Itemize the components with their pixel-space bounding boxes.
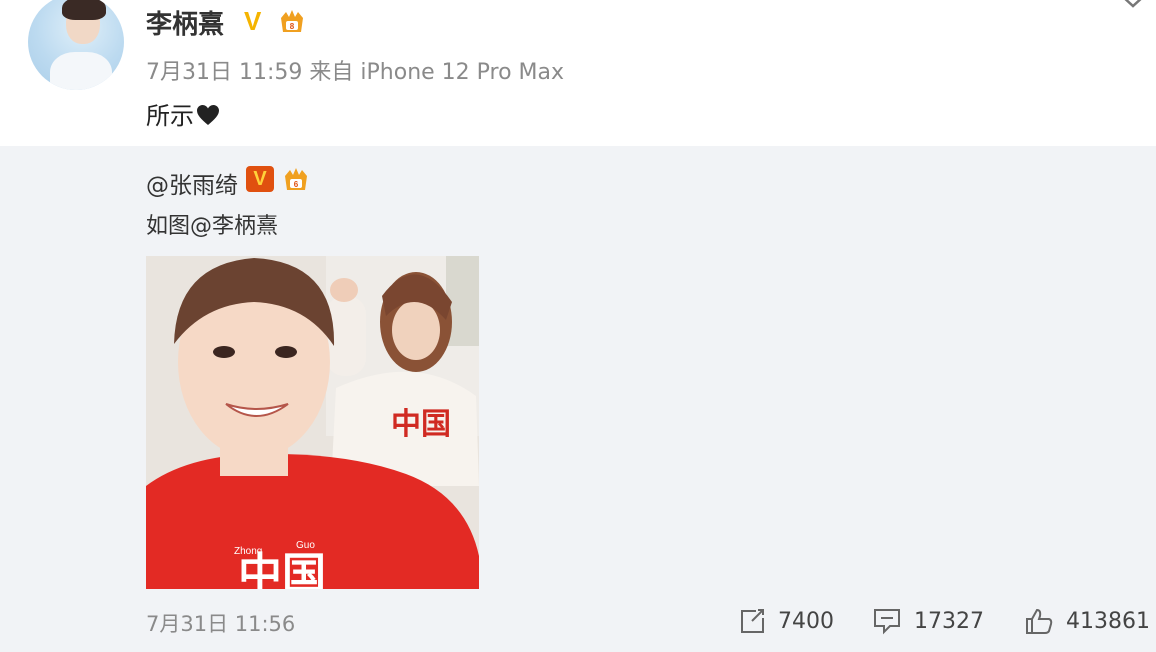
- svg-text:Zhong: Zhong: [234, 546, 262, 557]
- like-button[interactable]: 413861: [1024, 606, 1150, 636]
- weibo-post-page: 李柄熹 V 8 7月31日 11:59 来自 iPhone 12 Pro Max…: [0, 0, 1156, 652]
- svg-text:8: 8: [290, 22, 295, 31]
- post-header: 李柄熹 V 8 7月31日 11:59 来自 iPhone 12 Pro Max…: [0, 0, 1156, 146]
- post-timestamp[interactable]: 7月31日 11:59: [146, 60, 302, 85]
- repost-card[interactable]: @张雨绮 V 6 如图@李柄熹 中国 中国 Zhong Guo 7月31日 11…: [0, 146, 1156, 652]
- svg-text:6: 6: [294, 180, 299, 189]
- post-meta: 7月31日 11:59 来自 iPhone 12 Pro Max: [146, 54, 564, 86]
- repost-photo[interactable]: 中国 中国 Zhong Guo: [146, 256, 479, 589]
- comment-icon: [874, 609, 900, 635]
- member-crown-icon: 6: [285, 168, 307, 190]
- post-text: 所示: [146, 96, 220, 131]
- post-username[interactable]: 李柄熹: [146, 4, 224, 41]
- share-button[interactable]: 7400: [738, 606, 834, 636]
- member-crown-icon: 8: [281, 10, 303, 32]
- share-count: 7400: [778, 608, 834, 634]
- chevron-down-icon[interactable]: [1118, 0, 1148, 14]
- repost-username[interactable]: @张雨绮: [146, 166, 238, 200]
- svg-text:Guo: Guo: [296, 540, 315, 551]
- svg-text:中国: 中国: [391, 407, 451, 442]
- post-text-content: 所示: [146, 102, 194, 130]
- like-count: 413861: [1066, 608, 1150, 634]
- avatar[interactable]: [28, 0, 124, 90]
- comment-button[interactable]: 17327: [872, 606, 984, 636]
- heart-icon: [197, 105, 219, 125]
- comment-count: 17327: [914, 608, 984, 634]
- repost-text: 如图@李柄熹: [146, 208, 278, 240]
- repost-timestamp[interactable]: 7月31日 11:56: [146, 608, 295, 638]
- repost-mention-link[interactable]: @李柄熹: [190, 214, 278, 239]
- post-source-prefix: 来自: [309, 60, 354, 85]
- verified-v-icon: V: [246, 166, 274, 192]
- post-source-device[interactable]: iPhone 12 Pro Max: [360, 60, 564, 85]
- thumbs-up-icon: [1026, 608, 1053, 634]
- repost-text-content: 如图: [146, 214, 191, 239]
- share-icon: [741, 609, 764, 633]
- verified-v-icon: V: [244, 6, 262, 36]
